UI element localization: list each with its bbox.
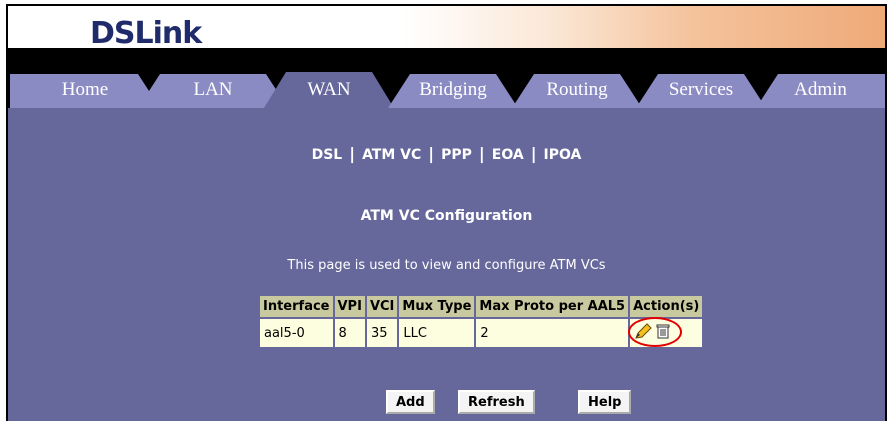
tab-admin[interactable]: Admin bbox=[756, 72, 885, 108]
subnav-eoa-link[interactable]: EOA bbox=[492, 147, 524, 163]
subnav-ipoa-link[interactable]: IPOA bbox=[544, 147, 582, 163]
main-content: DSL | ATM VC | PPP | EOA | IPOA ATM VC Configura… bbox=[8, 108, 885, 421]
page-description: This page is used to view and configure … bbox=[287, 258, 606, 273]
edit-pencil-icon[interactable] bbox=[634, 323, 652, 343]
cell-mux-type: LLC bbox=[399, 319, 475, 347]
tab-routing-label: Routing bbox=[546, 79, 608, 100]
refresh-button[interactable]: Refresh bbox=[458, 390, 535, 414]
tab-routing[interactable]: Routing bbox=[512, 72, 642, 108]
header-vci: VCI bbox=[366, 296, 398, 317]
table-header-row: Interface VPI VCI Mux Type Max Proto per… bbox=[260, 296, 703, 317]
header-mux-type: Mux Type bbox=[399, 296, 475, 317]
wan-subnav: DSL | ATM VC | PPP | EOA | IPOA bbox=[311, 144, 582, 163]
cell-actions bbox=[628, 317, 703, 347]
row-actions bbox=[628, 317, 683, 347]
subnav-dsl-link[interactable]: DSL bbox=[312, 147, 343, 163]
atm-vc-table: Interface VPI VCI Mux Type Max Proto per… bbox=[258, 294, 705, 349]
tab-services-label: Services bbox=[668, 79, 734, 100]
add-button[interactable]: Add bbox=[386, 390, 435, 414]
tab-wan-label: WAN bbox=[307, 79, 351, 100]
header-banner: DSLink bbox=[8, 6, 885, 51]
delete-trash-icon[interactable] bbox=[655, 323, 671, 343]
header-max-proto: Max Proto per AAL5 bbox=[476, 296, 629, 317]
tab-home-label: Home bbox=[61, 79, 109, 100]
tab-lan-label: LAN bbox=[193, 79, 233, 100]
header-interface: Interface bbox=[260, 296, 333, 317]
dslink-logo: DSLink bbox=[90, 16, 202, 51]
header-actions: Action(s) bbox=[630, 296, 703, 317]
tab-wan[interactable]: WAN bbox=[264, 72, 394, 108]
cell-vci: 35 bbox=[366, 319, 398, 347]
tab-admin-label: Admin bbox=[794, 79, 847, 100]
subnav-atmvc-link[interactable]: ATM VC bbox=[362, 147, 421, 163]
cell-max-proto: 2 bbox=[476, 319, 629, 347]
cell-vpi: 8 bbox=[334, 319, 365, 347]
table-row: aal5-0 8 35 LLC 2 bbox=[260, 317, 703, 347]
cell-interface: aal5-0 bbox=[260, 319, 333, 347]
subnav-ppp-link[interactable]: PPP bbox=[441, 147, 472, 163]
tab-bridging[interactable]: Bridging bbox=[388, 72, 518, 108]
help-button[interactable]: Help bbox=[578, 390, 632, 414]
tab-services[interactable]: Services bbox=[636, 72, 766, 108]
header-vpi: VPI bbox=[334, 296, 365, 317]
page-title: ATM VC Configuration bbox=[360, 208, 533, 224]
tab-bridging-label: Bridging bbox=[419, 79, 487, 100]
